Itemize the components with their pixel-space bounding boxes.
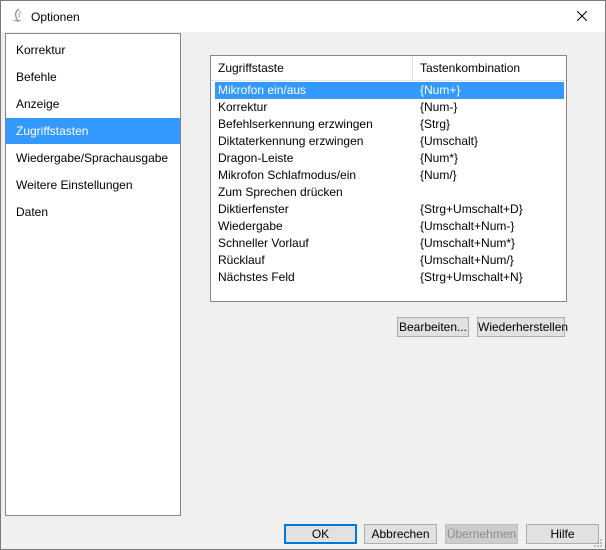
- shortcut-name: Korrektur: [218, 100, 268, 114]
- apply-button[interactable]: Übernehmen: [445, 524, 518, 544]
- table-row[interactable]: Wiedergabe {Umschalt+Num-}: [215, 218, 564, 235]
- sidebar-item-korrektur[interactable]: Korrektur: [6, 37, 180, 63]
- table-row[interactable]: Nächstes Feld {Strg+Umschalt+N}: [215, 269, 564, 286]
- list-header: Zugriffstaste Tastenkombination: [211, 56, 566, 81]
- close-icon: [576, 10, 588, 24]
- table-row[interactable]: Schneller Vorlauf {Umschalt+Num*}: [215, 235, 564, 252]
- shortcut-keys: {Num*}: [420, 151, 459, 165]
- optionen-app-icon: [10, 8, 26, 24]
- shortcut-keys: {Strg+Umschalt+N}: [420, 270, 523, 284]
- edit-button[interactable]: Bearbeiten...: [397, 317, 469, 337]
- table-row[interactable]: Diktierfenster {Strg+Umschalt+D}: [215, 201, 564, 218]
- table-row[interactable]: Korrektur {Num-}: [215, 99, 564, 116]
- shortcut-keys: {Strg}: [420, 117, 451, 131]
- column-divider[interactable]: [412, 56, 413, 80]
- shortcut-keys: {Umschalt+Num*}: [420, 236, 516, 250]
- table-row[interactable]: Rücklauf {Umschalt+Num/}: [215, 252, 564, 269]
- shortcut-name: Befehlserkennung erzwingen: [218, 117, 373, 131]
- shortcut-name: Dragon-Leiste: [218, 151, 294, 165]
- window-title: Optionen: [31, 10, 80, 24]
- column-header-zugriffstaste[interactable]: Zugriffstaste: [218, 56, 412, 80]
- shortcut-keys: {Umschalt+Num-}: [420, 219, 515, 233]
- shortcut-name: Rücklauf: [218, 253, 265, 267]
- table-row[interactable]: Befehlserkennung erzwingen {Strg}: [215, 116, 564, 133]
- ok-button[interactable]: OK: [284, 524, 357, 544]
- shortcut-name: Diktierfenster: [218, 202, 289, 216]
- button-bar: OK Abbrechen Übernehmen Hilfe: [1, 518, 605, 549]
- shortcut-name: Diktaterkennung erzwingen: [218, 134, 364, 148]
- shortcut-name: Schneller Vorlauf: [218, 236, 309, 250]
- table-row[interactable]: Diktaterkennung erzwingen {Umschalt}: [215, 133, 564, 150]
- shortcut-name: Nächstes Feld: [218, 270, 295, 284]
- shortcut-name: Zum Sprechen drücken: [218, 185, 343, 199]
- shortcut-keys: {Num+}: [420, 83, 461, 97]
- table-row[interactable]: Mikrofon Schlafmodus/ein {Num/}: [215, 167, 564, 184]
- shortcut-keys: {Umschalt+Num/}: [420, 253, 514, 267]
- shortcut-keys: {Strg+Umschalt+D}: [420, 202, 523, 216]
- close-button[interactable]: [559, 1, 605, 32]
- shortcut-name: Mikrofon ein/aus: [218, 83, 307, 97]
- shortcut-keys: {Umschalt}: [420, 134, 479, 148]
- table-row[interactable]: Dragon-Leiste {Num*}: [215, 150, 564, 167]
- shortcut-keys: {Num/}: [420, 168, 457, 182]
- shortcut-name: Mikrofon Schlafmodus/ein: [218, 168, 357, 182]
- restore-button[interactable]: Wiederherstellen: [477, 317, 568, 337]
- sidebar-item-anzeige[interactable]: Anzeige: [6, 91, 180, 117]
- table-row[interactable]: Zum Sprechen drücken: [215, 184, 564, 201]
- sidebar-item-wiedergabe-sprachausgabe[interactable]: Wiedergabe/Sprachausgabe: [6, 145, 180, 171]
- cancel-button[interactable]: Abbrechen: [364, 524, 437, 544]
- shortcut-keys: {Num-}: [420, 100, 458, 114]
- category-list[interactable]: Korrektur Befehle Anzeige Zugriffstasten…: [5, 33, 181, 516]
- options-dialog: Optionen Korrektur Befehle Anzeige Zugri…: [0, 0, 606, 550]
- column-header-tastenkombination[interactable]: Tastenkombination: [420, 56, 560, 80]
- table-row[interactable]: Mikrofon ein/aus {Num+}: [215, 82, 564, 99]
- shortcut-name: Wiedergabe: [218, 219, 283, 233]
- resize-grip-icon[interactable]: [593, 537, 603, 547]
- help-button[interactable]: Hilfe: [526, 524, 599, 544]
- sidebar-item-weitere-einstellungen[interactable]: Weitere Einstellungen: [6, 172, 180, 198]
- sidebar-item-befehle[interactable]: Befehle: [6, 64, 180, 90]
- sidebar-item-zugriffstasten[interactable]: Zugriffstasten: [6, 118, 180, 144]
- title-bar[interactable]: Optionen: [1, 1, 605, 32]
- sidebar-item-daten[interactable]: Daten: [6, 199, 180, 225]
- shortcut-list[interactable]: Zugriffstaste Tastenkombination Mikrofon…: [210, 55, 567, 302]
